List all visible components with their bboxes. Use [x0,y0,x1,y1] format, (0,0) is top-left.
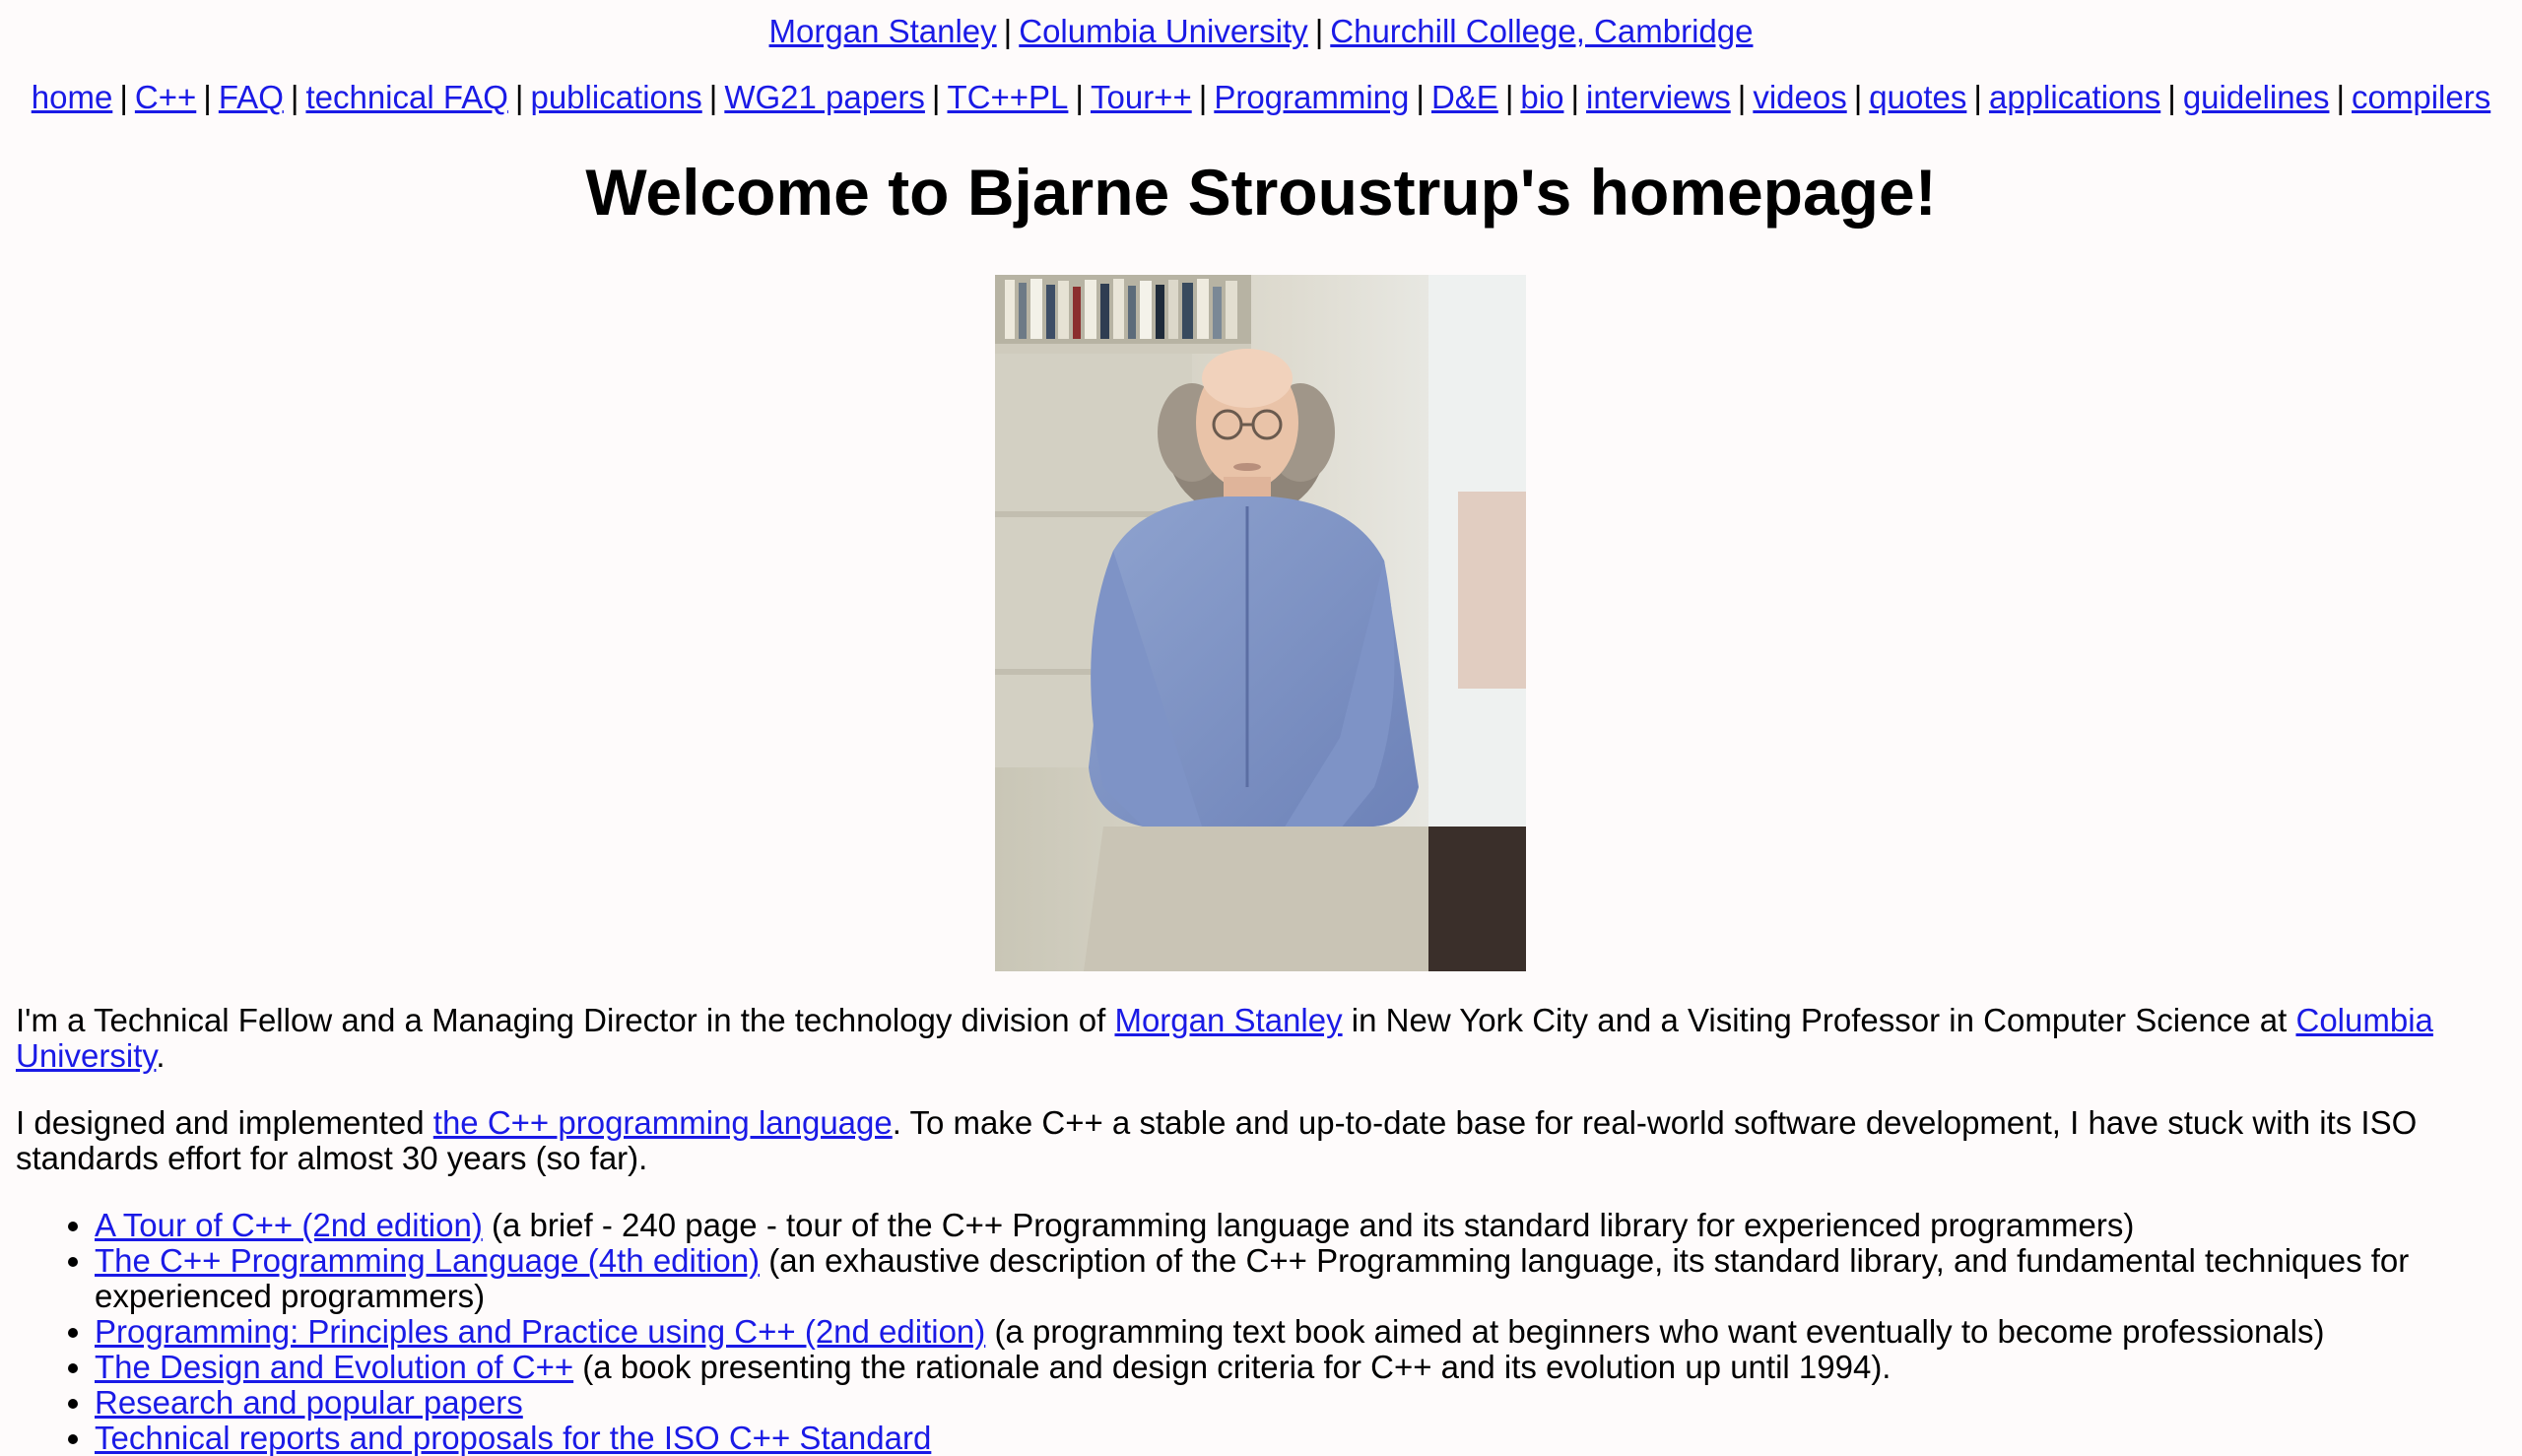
cpp-language-link[interactable]: the C++ programming language [433,1104,893,1141]
list-item: The C++ Programming Language (4th editio… [95,1243,2522,1314]
papers-link[interactable]: Research and popular papers [95,1384,523,1421]
iso-proposals-link[interactable]: Technical reports and proposals for the … [95,1420,931,1456]
nav-faq[interactable]: FAQ [219,79,284,115]
portrait-photo [995,275,1526,971]
separator: | [119,79,128,115]
nav-interviews[interactable]: interviews [1586,79,1731,115]
page-title: Welcome to Bjarne Stroustrup's homepage! [585,156,1937,229]
nav-tcpppl[interactable]: TC++PL [948,79,1069,115]
nav-home[interactable]: home [32,79,113,115]
separator: | [1504,79,1514,115]
tcpppl-link[interactable]: The C++ Programming Language (4th editio… [95,1242,760,1279]
nav-cpp[interactable]: C++ [135,79,196,115]
list-item: A Tour of C++ (2nd edition) (a brief - 2… [95,1208,2522,1243]
nav-quotes[interactable]: quotes [1869,79,1966,115]
separator: | [1737,79,1747,115]
nav-videos[interactable]: videos [1753,79,1846,115]
list-item: Programming: Principles and Practice usi… [95,1314,2522,1350]
separator: | [2167,79,2176,115]
main-nav: home | C++ | FAQ | technical FAQ | publications |… [0,76,2522,119]
separator: | [1973,79,1982,115]
morgan-stanley-inline-link[interactable]: Morgan Stanley [1114,1002,1342,1038]
tour-cpp-link[interactable]: A Tour of C++ (2nd edition) [95,1207,483,1243]
nav-wg21-papers[interactable]: WG21 papers [724,79,925,115]
cpp-paragraph: I designed and implemented the C++ progr… [16,1105,2498,1176]
list-item: The Design and Evolution of C++ (a book … [95,1350,2522,1385]
separator: | [931,79,941,115]
book-description: (a book presenting the rationale and des… [573,1349,1892,1385]
columbia-university-link[interactable]: Columbia University [1019,13,1307,49]
separator: | [1003,13,1013,49]
nav-publications[interactable]: publications [530,79,701,115]
separator: | [1198,79,1208,115]
book-description: (a brief - 240 page - tour of the C++ Pr… [482,1207,2135,1243]
separator: | [514,79,524,115]
intro-text: I'm a Technical Fellow and a Managing Di… [16,1002,1115,1038]
morgan-stanley-link[interactable]: Morgan Stanley [769,13,997,49]
list-item: Technical reports and proposals for the … [95,1421,2522,1456]
separator: | [2336,79,2346,115]
cpp-text: I designed and implemented [16,1104,433,1141]
intro-text: in New York City and a Visiting Professo… [1342,1002,2296,1038]
separator: | [1853,79,1863,115]
nav-guidelines[interactable]: guidelines [2183,79,2330,115]
nav-d-and-e[interactable]: D&E [1431,79,1498,115]
intro-paragraph: I'm a Technical Fellow and a Managing Di… [16,1003,2498,1074]
separator: | [1416,79,1425,115]
list-item: Research and popular papers [95,1385,2522,1421]
book-description: (a programming text book aimed at beginn… [985,1313,2325,1350]
separator: | [1075,79,1084,115]
nav-programming[interactable]: Programming [1214,79,1409,115]
nav-technical-faq[interactable]: technical FAQ [305,79,507,115]
nav-tour[interactable]: Tour++ [1091,79,1192,115]
separator: | [1570,79,1580,115]
affiliation-bar: Morgan Stanley | Columbia University | Churc… [0,10,2522,53]
separator: | [1314,13,1324,49]
separator: | [290,79,299,115]
intro-text: . [156,1037,166,1074]
book-list: A Tour of C++ (2nd edition) (a brief - 2… [16,1208,2522,1456]
nav-bio[interactable]: bio [1520,79,1563,115]
separator: | [708,79,718,115]
separator: | [203,79,212,115]
churchill-college-link[interactable]: Churchill College, Cambridge [1330,13,1753,49]
ppp-link[interactable]: Programming: Principles and Practice usi… [95,1313,985,1350]
nav-applications[interactable]: applications [1989,79,2160,115]
d-and-e-link[interactable]: The Design and Evolution of C++ [95,1349,573,1385]
nav-compilers[interactable]: compilers [2352,79,2490,115]
